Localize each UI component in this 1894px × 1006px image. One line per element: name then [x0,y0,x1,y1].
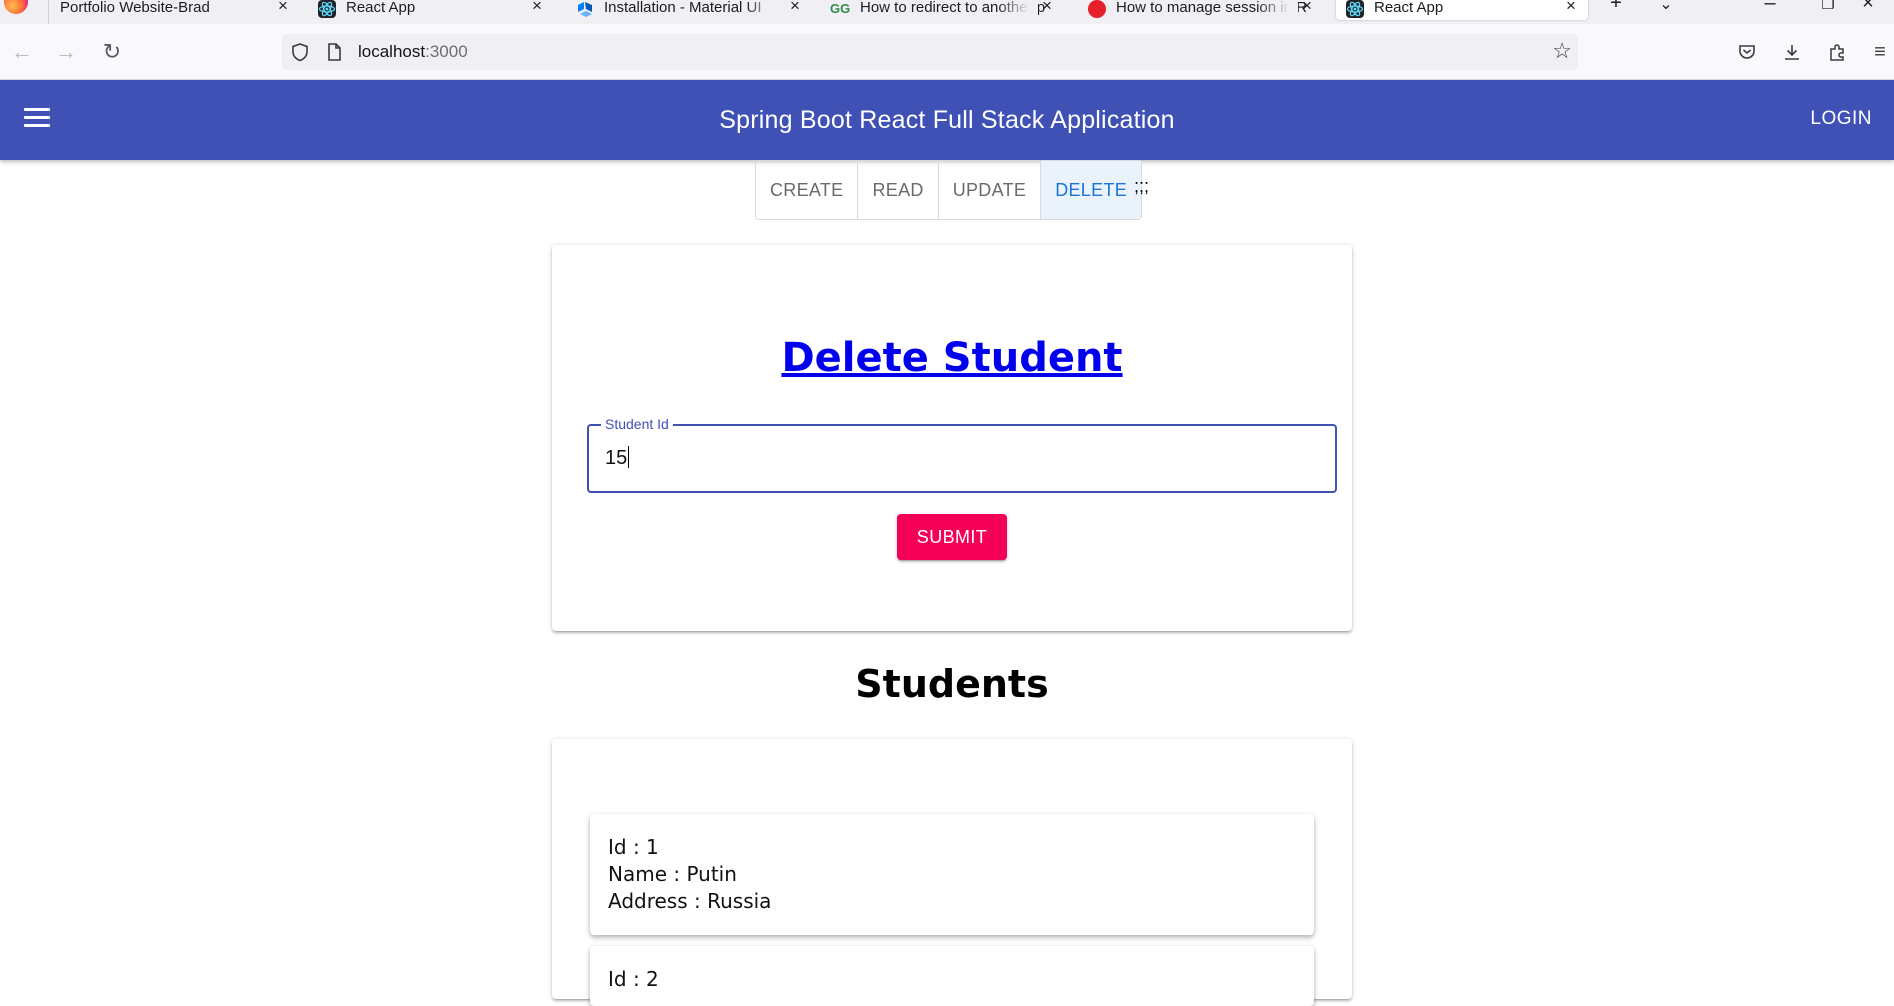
close-icon[interactable]: × [1298,0,1316,20]
browser-toolbar: ← → ↻ localhost:3000 ☆ ≡ [0,24,1894,80]
browser-tab[interactable]: Portfolio Website-Brad × [42,0,292,20]
firefox-icon [4,0,28,14]
restore-icon[interactable]: ❐ [1816,0,1840,13]
student-id-input[interactable]: 15 [605,426,630,491]
reload-icon[interactable]: ↻ [98,38,126,66]
crud-button-group: CREATE READ UPDATE DELETE [755,160,1143,220]
geeksforgeeks-icon: GG [830,1,851,16]
app-menu-icon[interactable]: ≡ [1866,38,1894,66]
material-ui-icon [576,0,594,18]
app-header: Spring Boot React Full Stack Application… [0,80,1894,160]
download-icon[interactable] [1778,38,1806,66]
submit-button[interactable]: SUBMIT [897,514,1007,560]
student-name: Name : Putin [608,862,737,886]
close-icon[interactable]: × [528,0,546,20]
student-item: Id : 1 Name : Putin Address : Russia [590,814,1314,935]
page-title: Delete Student [552,335,1352,381]
browser-tab[interactable]: How to manage session in R × [1088,0,1316,20]
chevron-down-icon[interactable]: ⌄ [1654,0,1678,14]
student-id-field[interactable]: Student Id 15 [587,416,1337,493]
stray-text: ;;; [1134,176,1150,196]
forward-icon[interactable]: → [52,38,80,66]
window-close-icon[interactable]: × [1856,0,1880,15]
bookmark-star-icon[interactable]: ☆ [1552,38,1572,64]
close-icon[interactable]: × [274,0,292,20]
browser-tab-active[interactable]: React App × [1336,0,1588,20]
students-list-card: Id : 1 Name : Putin Address : Russia Id … [552,739,1352,1006]
read-button[interactable]: READ [858,161,939,219]
create-button[interactable]: CREATE [756,161,859,219]
student-item: Id : 2 [590,946,1314,1006]
browser-tab[interactable]: GG How to redirect to another p × [830,0,1056,20]
update-button[interactable]: UPDATE [939,161,1042,219]
address-bar[interactable]: localhost:3000 ☆ [282,34,1578,70]
students-heading: Students [855,662,1049,706]
close-icon[interactable]: × [1038,0,1056,20]
browser-tab-bar: Portfolio Website-Brad × React App × Ins… [0,0,1894,24]
delete-student-card: Delete Student Student Id 15 SUBMIT [552,245,1352,631]
url-text: localhost:3000 [358,42,468,61]
close-icon[interactable]: × [786,0,804,20]
shield-icon [292,43,308,62]
page-icon [328,43,341,61]
back-icon[interactable]: ← [8,38,36,66]
extensions-icon[interactable] [1823,38,1851,66]
delete-button[interactable]: DELETE [1041,161,1142,219]
pocket-icon[interactable] [1733,38,1761,66]
delete-student-link[interactable]: Delete Student [781,335,1122,381]
react-icon [318,0,336,18]
minimize-icon[interactable]: – [1758,0,1782,15]
login-button[interactable]: LOGIN [1810,80,1872,158]
close-icon[interactable]: × [1562,0,1580,20]
app-title: Spring Boot React Full Stack Application [719,106,1175,134]
tab-title: React App [1374,0,1444,16]
student-id: Id : 2 [608,967,659,991]
react-icon [1346,0,1364,18]
student-address: Address : Russia [608,889,772,913]
browser-tab[interactable]: Installation - Material UI × [576,0,804,20]
browser-tab[interactable]: React App × [318,0,546,20]
student-id: Id : 1 [608,835,659,859]
new-tab-icon[interactable]: + [1604,0,1628,15]
site-favicon-icon [1088,0,1106,18]
